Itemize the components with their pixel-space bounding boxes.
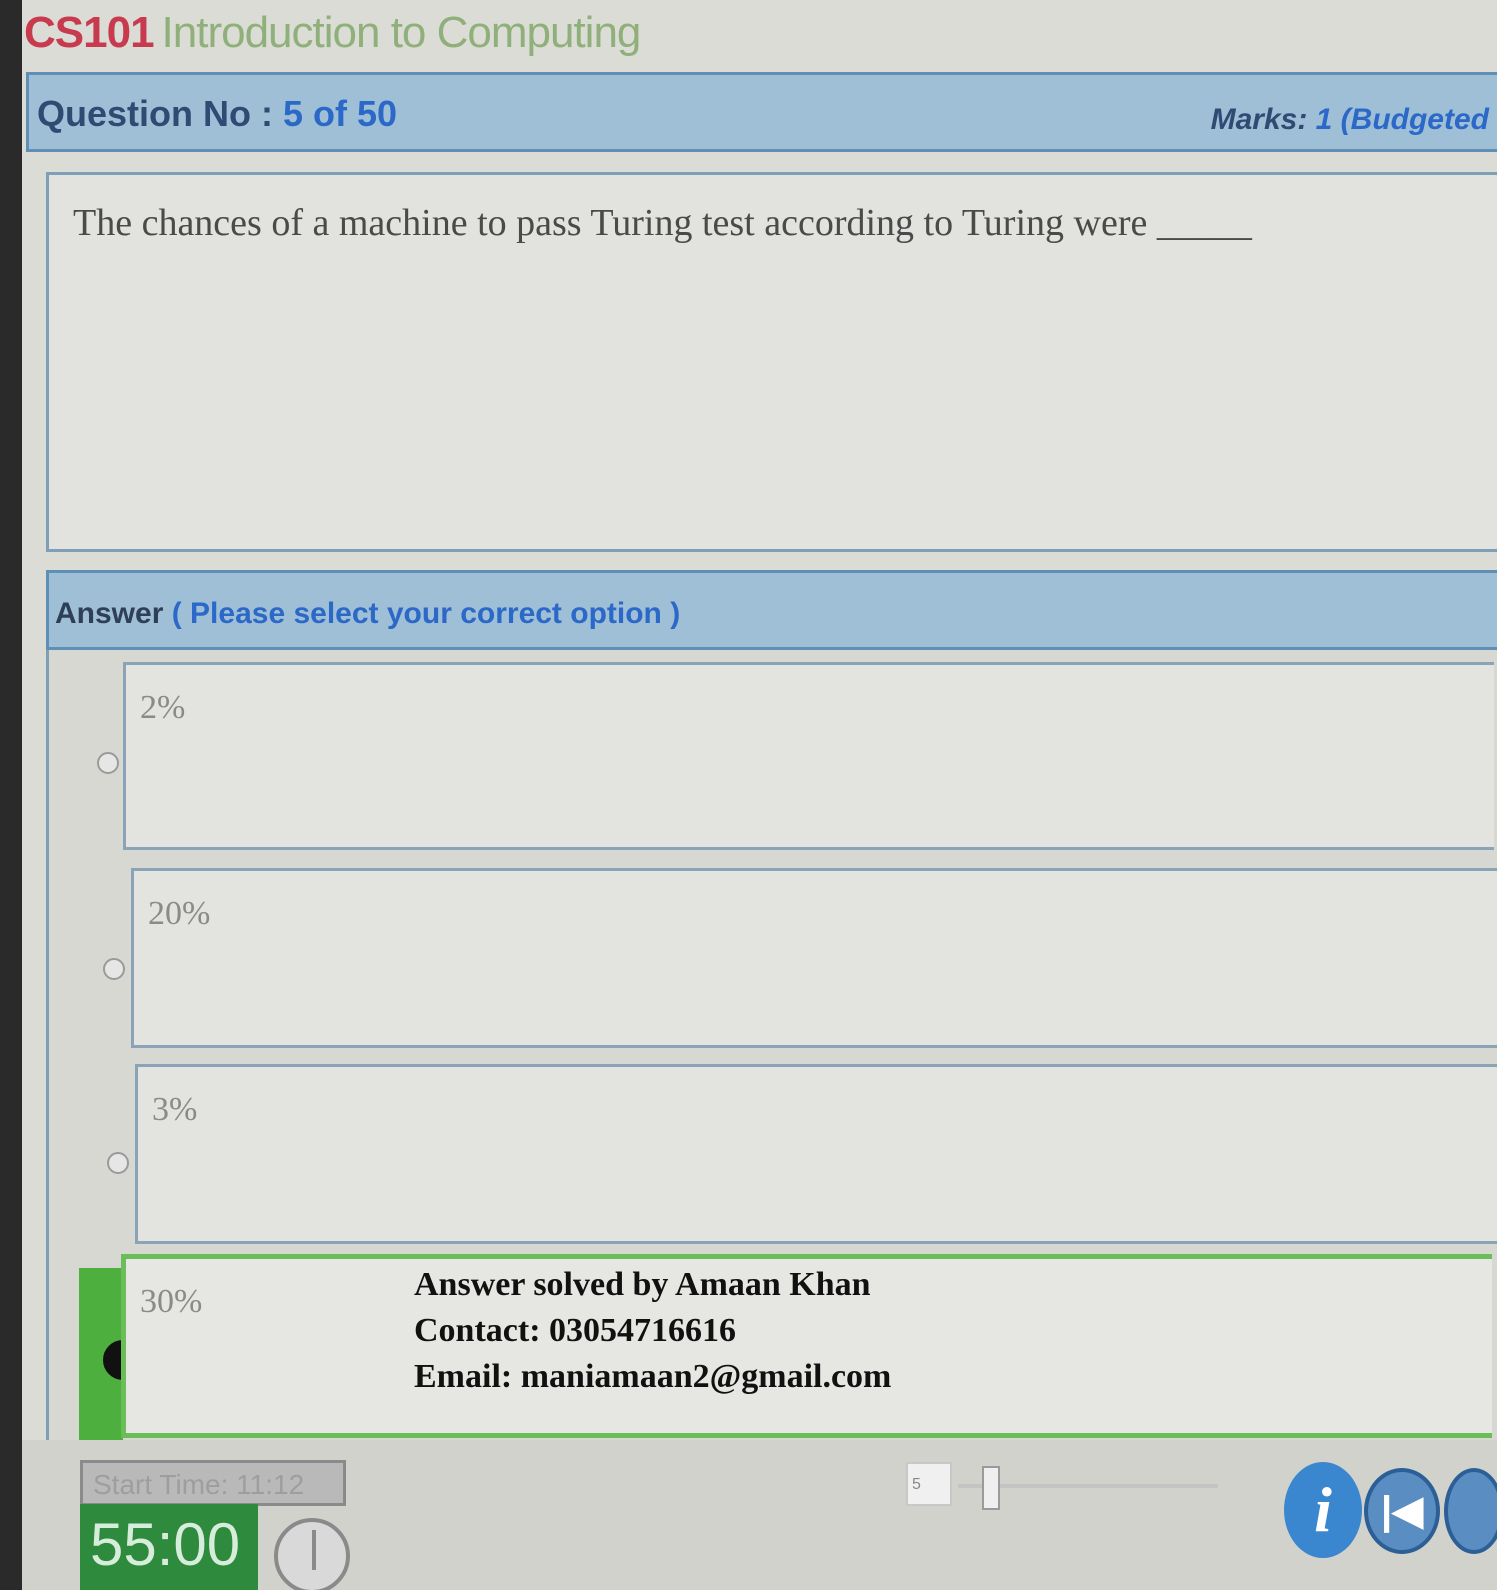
watermark-line-2: Contact: 03054716616 — [414, 1312, 737, 1349]
option-3-text: 3% — [152, 1091, 198, 1128]
clock-icon — [274, 1518, 350, 1590]
question-text: The chances of a machine to pass Turing … — [73, 202, 1252, 244]
question-number-label: Question No : — [37, 93, 273, 134]
marks-value: 1 (Budgeted — [1315, 103, 1489, 136]
question-box: The chances of a machine to pass Turing … — [46, 172, 1497, 552]
answer-header-bar: Answer ( Please select your correct opti… — [46, 570, 1497, 650]
option-1-text: 2% — [140, 689, 186, 726]
option-2-text: 20% — [148, 895, 211, 932]
start-time: Start Time: 11:12 AM — [80, 1460, 346, 1532]
prev-page-icon[interactable] — [1444, 1468, 1497, 1554]
question-header-bar: Question No : 5 of 50 Marks: 1 (Budgeted — [26, 72, 1497, 152]
question-slider-thumb[interactable] — [982, 1466, 1000, 1510]
first-page-icon[interactable]: |◀ — [1364, 1468, 1440, 1554]
question-number: Question No : 5 of 50 — [37, 93, 397, 135]
option-2[interactable]: 20% — [131, 868, 1497, 1048]
quiz-screen: CS101 Introduction to Computing Question … — [22, 0, 1497, 1590]
watermark-line-3: Email: maniamaan2@gmail.com — [414, 1358, 892, 1395]
answer-label: Answer ( Please select your correct opti… — [55, 597, 680, 631]
watermark-text: Answer solved by Amaan Khan Contact: 030… — [414, 1262, 891, 1400]
info-icon[interactable]: i — [1284, 1462, 1362, 1558]
option-radio-2[interactable] — [103, 958, 125, 980]
course-name: Introduction to Computing — [161, 8, 642, 57]
countdown-timer: 55:00 — [80, 1504, 258, 1590]
answer-title: Answer — [55, 597, 164, 630]
page-number-input[interactable]: 5 — [906, 1462, 952, 1506]
option-radio-1[interactable] — [97, 752, 119, 774]
footer-bar: Start Time: 11:12 AM 55:00 5 i |◀ — [22, 1440, 1497, 1590]
course-code: CS101 — [24, 8, 155, 57]
marks: Marks: 1 (Budgeted — [1211, 103, 1489, 137]
option-1[interactable]: 2% — [123, 662, 1494, 850]
answer-hint: ( Please select your correct option ) — [171, 597, 681, 630]
watermark-line-1: Answer solved by Amaan Khan — [414, 1266, 871, 1303]
option-4-text: 30% — [140, 1283, 203, 1320]
marks-label: Marks: — [1210, 103, 1308, 136]
option-3[interactable]: 3% — [135, 1064, 1497, 1244]
option-radio-3[interactable] — [107, 1152, 129, 1174]
question-number-value: 5 of 50 — [283, 93, 398, 134]
course-header: CS101 Introduction to Computing — [24, 8, 642, 68]
